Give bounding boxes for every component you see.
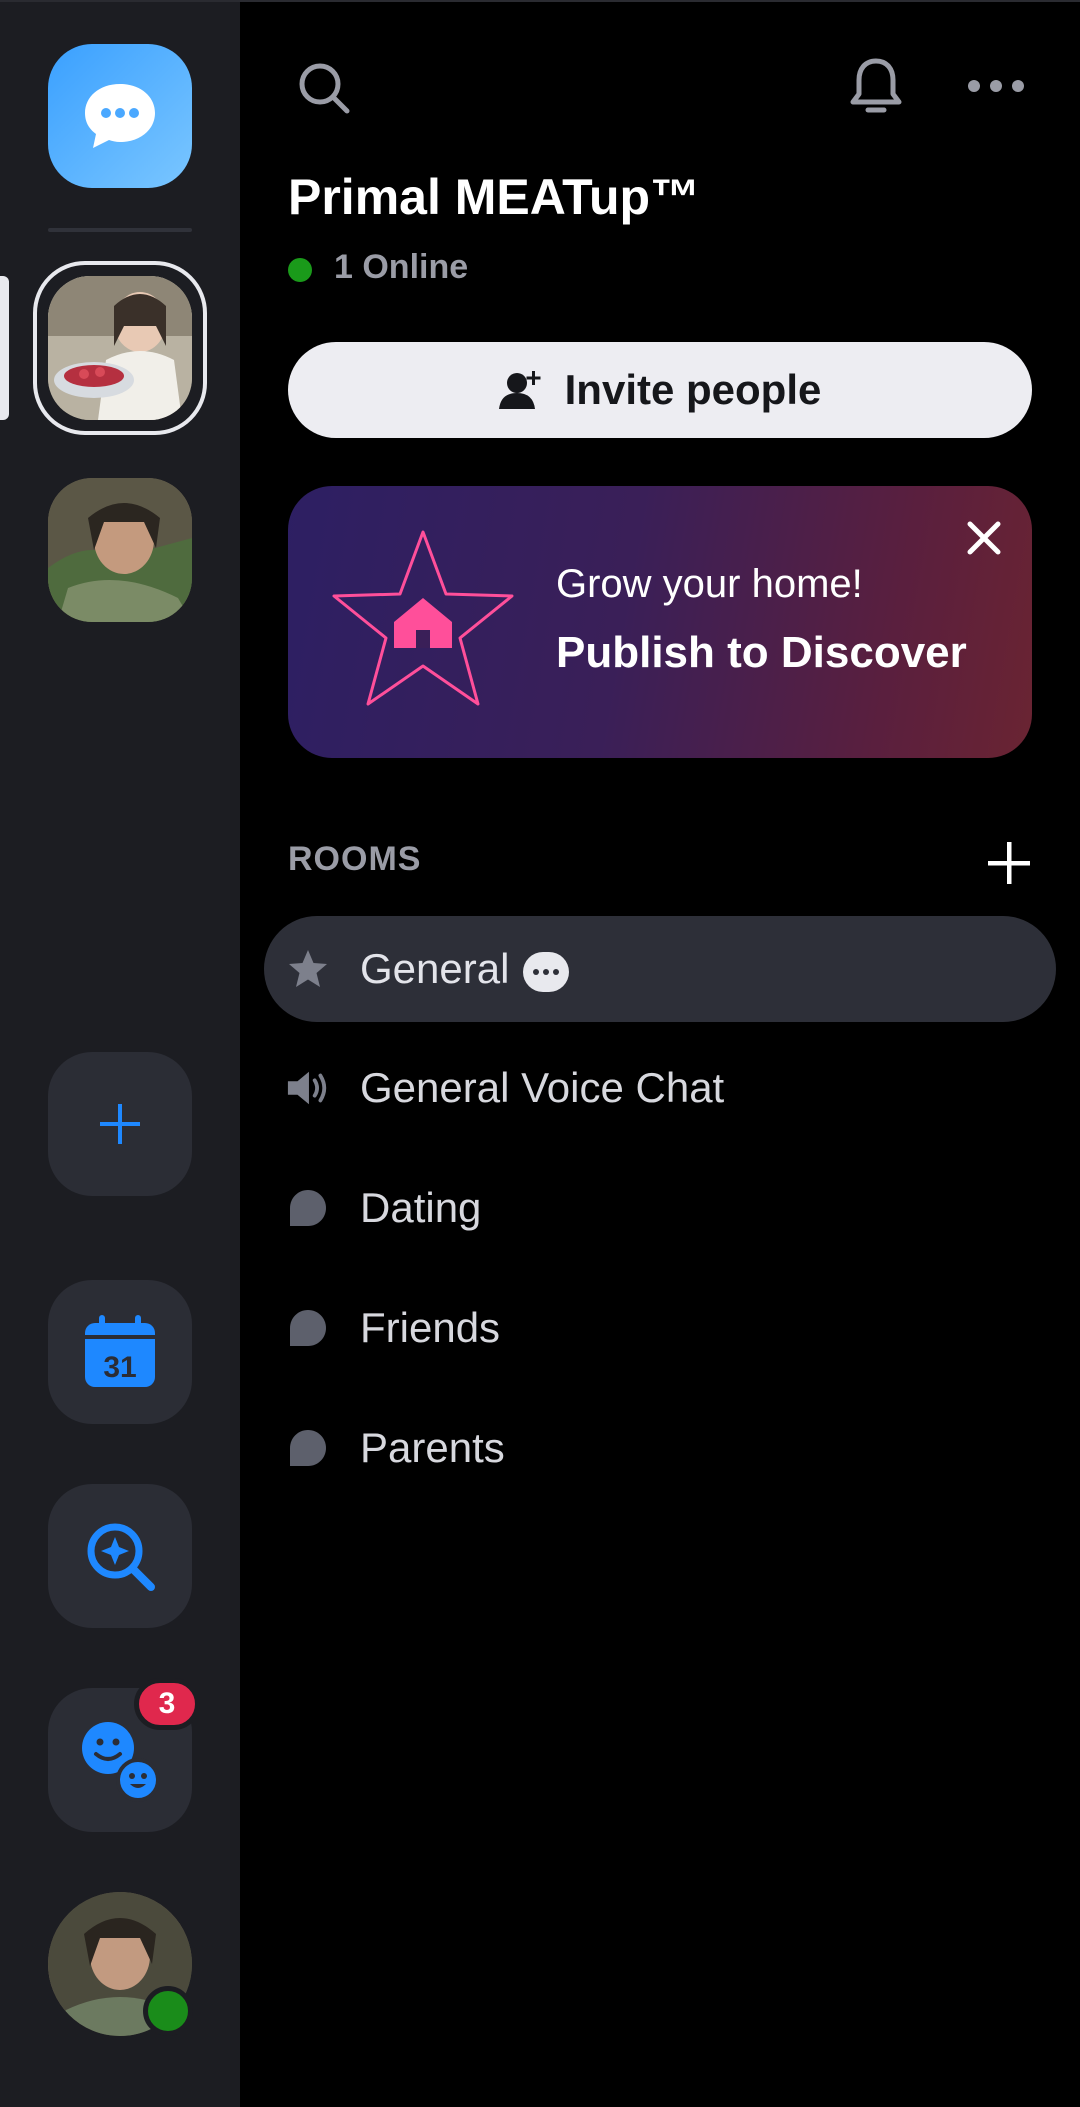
room-label: Friends (360, 1304, 501, 1351)
typing-indicator-icon (523, 951, 570, 992)
promo-line2: Publish to Discover (556, 628, 967, 677)
bell-icon (850, 58, 902, 113)
room-dating[interactable]: Dating (264, 1155, 1056, 1261)
add-server-button[interactable] (48, 1052, 192, 1196)
online-status-dot (143, 1986, 193, 2036)
friends-faces-icon (82, 1722, 160, 1802)
chat-bubble-icon (286, 1426, 330, 1470)
online-count: 1 Online (334, 248, 469, 286)
search-button[interactable] (292, 56, 356, 120)
promo-line1: Grow your home! (556, 562, 863, 606)
room-general-voice-chat[interactable]: General Voice Chat (264, 1035, 1056, 1141)
room-parents[interactable]: Parents (264, 1395, 1056, 1501)
server-avatar-2[interactable] (48, 478, 192, 622)
invite-people-button[interactable]: Invite people (288, 342, 1032, 438)
add-person-icon (498, 371, 541, 409)
events-calendar-button[interactable]: 31 (48, 1280, 192, 1424)
publish-promo-banner[interactable]: Grow your home! Publish to Discover (288, 486, 1032, 758)
add-room-icon[interactable] (984, 838, 1034, 888)
search-icon (299, 63, 350, 114)
speaker-icon (286, 1066, 330, 1110)
invite-label: Invite people (564, 366, 822, 413)
rooms-header: ROOMS (288, 840, 422, 878)
discover-search-button[interactable] (48, 1484, 192, 1628)
room-friends[interactable]: Friends (264, 1275, 1056, 1381)
sparkle-search-icon (87, 1523, 155, 1591)
friends-notification-badge: 3 (134, 1678, 200, 1730)
server-title: Primal MEATup™ (288, 169, 701, 225)
room-general[interactable]: General (264, 916, 1056, 1022)
room-label: General (360, 945, 510, 992)
close-icon[interactable] (962, 516, 1006, 560)
server-rail: 31 3 (0, 0, 1080, 2107)
plus-icon (100, 1104, 140, 1144)
chat-bubble-icon (286, 1306, 330, 1350)
messages-home-button[interactable] (48, 44, 192, 188)
room-label: Dating (360, 1184, 482, 1231)
room-label: General Voice Chat (360, 1064, 725, 1111)
top-divider (0, 0, 1080, 2)
notifications-button[interactable] (844, 54, 908, 118)
room-label: Parents (360, 1424, 505, 1471)
calendar-icon: 31 (85, 1315, 155, 1387)
star-home-icon (332, 530, 514, 706)
star-icon (286, 947, 330, 991)
server-primal-meatup[interactable] (33, 261, 207, 435)
selected-indicator (0, 276, 9, 420)
calendar-day-text: 31 (103, 1351, 136, 1384)
chat-bubble-icon (85, 84, 155, 148)
more-options-button[interactable] (964, 66, 1028, 106)
rail-divider (48, 228, 192, 232)
more-dots-icon (968, 80, 1024, 92)
chat-bubble-icon (286, 1186, 330, 1230)
online-indicator-dot (288, 258, 312, 282)
server-avatar (48, 276, 192, 420)
